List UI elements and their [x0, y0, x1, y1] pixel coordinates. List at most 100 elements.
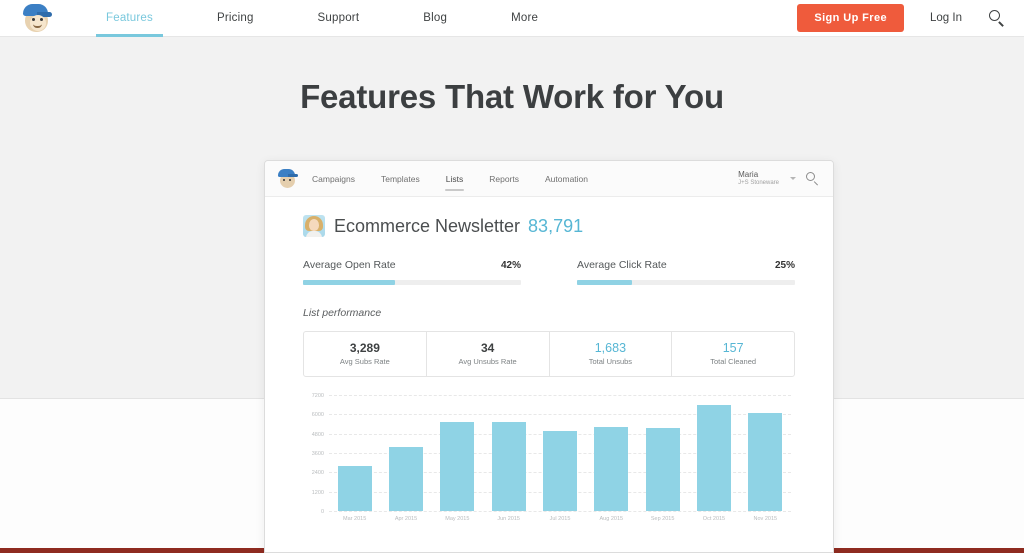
chart-x-tick-label: Nov 2015 — [753, 516, 778, 522]
sign-up-free-button[interactable]: Sign Up Free — [797, 4, 905, 32]
chart-x-axis-labels: Mar 2015 Apr 2015 May 2015 Jun 2015 Jul 2015… — [329, 513, 791, 529]
rate-summary: Average Open Rate 42% Average Click Rate… — [303, 259, 795, 285]
chart-y-tick-label: 6000 — [311, 412, 324, 419]
nav-item-features[interactable]: Features — [96, 0, 163, 37]
site-header: Features Pricing Support Blog More Sign … — [0, 0, 1024, 37]
nav-item-support[interactable]: Support — [308, 0, 370, 37]
chart-bar[interactable] — [389, 446, 423, 511]
rate-progress-track — [303, 280, 521, 285]
app-preview-card: Campaigns Templates Lists Reports Automa… — [264, 160, 834, 553]
chart-bar-wrapper — [329, 395, 380, 511]
nav-item-label: Features — [106, 12, 153, 24]
chart-x-tick-label: Jun 2015 — [497, 516, 520, 522]
stat-label: Total Cleaned — [710, 357, 757, 366]
mailchimp-freddie-logo-icon[interactable] — [277, 168, 298, 189]
chart-bar[interactable] — [543, 431, 577, 511]
search-icon[interactable] — [988, 9, 1006, 27]
stat-label: Avg Unsubs Rate — [458, 357, 517, 366]
chart-bars — [329, 395, 791, 511]
list-subscriber-count: 83,791 — [528, 215, 584, 236]
app-toolbar: Campaigns Templates Lists Reports Automa… — [265, 161, 833, 197]
chart-bar-wrapper — [688, 395, 739, 511]
chart-bar[interactable] — [748, 412, 783, 511]
stat-value: 1,683 — [594, 341, 627, 355]
list-name: Ecommerce Newsletter — [334, 215, 521, 236]
chart-x-tick-label: May 2015 — [445, 516, 470, 522]
app-nav-item-label: Reports — [489, 173, 519, 184]
app-nav-item-templates[interactable]: Templates — [379, 161, 422, 197]
chart-bar-wrapper — [432, 395, 483, 511]
app-nav-item-label: Lists — [445, 173, 464, 184]
chart-bar-wrapper — [380, 395, 431, 511]
rate-progress-track — [577, 280, 795, 285]
list-performance-heading: List performance — [303, 307, 382, 319]
rate-label: Average Open Rate — [303, 259, 396, 271]
stat-avg-subs-rate: 3,289 Avg Subs Rate — [304, 332, 427, 376]
nav-item-label: Pricing — [216, 12, 254, 24]
chart-y-tick-label: 0 — [320, 509, 324, 515]
chart-bar[interactable] — [491, 422, 526, 511]
log-in-link[interactable]: Log In — [930, 12, 962, 24]
nav-item-label: Blog — [423, 12, 448, 24]
rate-progress-fill — [303, 280, 395, 285]
app-nav-item-label: Automation — [545, 173, 588, 184]
stat-total-unsubs: 1,683 Total Unsubs — [550, 332, 673, 376]
chevron-down-icon[interactable] — [790, 177, 796, 180]
app-user-names: Maria J+S Stoneware — [738, 170, 779, 188]
app-nav-item-automation[interactable]: Automation — [543, 161, 590, 197]
avatar — [303, 215, 325, 237]
rate-value: 42% — [500, 260, 521, 271]
chart-gridline: 0 — [321, 509, 791, 515]
site-header-actions: Sign Up Free Log In — [797, 4, 1024, 32]
rate-value: 25% — [774, 260, 795, 271]
mailchimp-freddie-logo-icon — [21, 3, 53, 33]
nav-item-label: Support — [317, 12, 360, 24]
rate-label: Average Click Rate — [577, 259, 667, 271]
chart-x-tick-label: Sep 2015 — [650, 516, 675, 522]
nav-item-pricing[interactable]: Pricing — [207, 0, 264, 37]
app-nav-item-reports[interactable]: Reports — [487, 161, 521, 197]
chart-y-tick-label: 7200 — [311, 393, 324, 399]
nav-item-label: More — [511, 12, 539, 24]
chart-bar[interactable] — [645, 428, 680, 511]
app-user-org: J+S Stoneware — [738, 179, 779, 186]
chart-bar[interactable] — [337, 465, 372, 511]
nav-item-blog[interactable]: Blog — [413, 0, 457, 37]
stat-total-cleaned: 157 Total Cleaned — [672, 332, 794, 376]
chart-x-tick-label: Mar 2015 — [343, 516, 367, 522]
chart-bar[interactable] — [594, 427, 629, 511]
app-user-menu[interactable]: Maria J+S Stoneware — [738, 170, 821, 188]
page-root: Features Pricing Support Blog More Sign … — [0, 0, 1024, 553]
subscriber-growth-bar-chart: 7200 6000 4800 3600 2400 1200 0 Mar 2015 Apr 20… — [303, 393, 795, 529]
chart-bar[interactable] — [440, 422, 475, 511]
chart-x-tick-label: Aug 2015 — [599, 516, 624, 522]
page-title: Features That Work for You — [300, 78, 724, 115]
chart-y-tick-label: 3600 — [311, 451, 324, 457]
chart-x-tick-label: Jul 2015 — [549, 516, 571, 522]
chart-bar-wrapper — [483, 395, 534, 511]
stat-label: Total Unsubs — [588, 357, 633, 366]
app-search-icon[interactable] — [805, 171, 821, 187]
stat-value: 157 — [722, 341, 744, 355]
average-click-rate: Average Click Rate 25% — [549, 259, 795, 285]
stat-summary: 3,289 Avg Subs Rate 34 Avg Unsubs Rate 1… — [303, 331, 795, 377]
chart-bar[interactable] — [697, 404, 731, 511]
stat-value: 34 — [480, 341, 495, 355]
app-nav-item-lists[interactable]: Lists — [444, 161, 465, 197]
site-nav: Features Pricing Support Blog More — [74, 0, 570, 37]
app-nav-item-label: Campaigns — [312, 173, 355, 184]
chart-bar-wrapper — [637, 395, 688, 511]
chart-y-tick-label: 4800 — [311, 431, 324, 438]
rate-progress-fill — [577, 280, 632, 285]
app-nav-item-label: Templates — [381, 173, 420, 184]
nav-item-more[interactable]: More — [501, 0, 548, 37]
chart-x-tick-label: Apr 2015 — [394, 516, 418, 522]
site-logo[interactable] — [0, 3, 74, 33]
chart-y-tick-label: 2400 — [311, 470, 324, 477]
app-nav-item-campaigns[interactable]: Campaigns — [310, 161, 357, 197]
chart-bar-wrapper — [534, 395, 585, 511]
average-open-rate: Average Open Rate 42% — [303, 259, 549, 285]
chart-x-tick-label: Oct 2015 — [702, 516, 726, 522]
app-user-name: Maria — [738, 169, 759, 179]
chart-bar-wrapper — [740, 395, 791, 511]
